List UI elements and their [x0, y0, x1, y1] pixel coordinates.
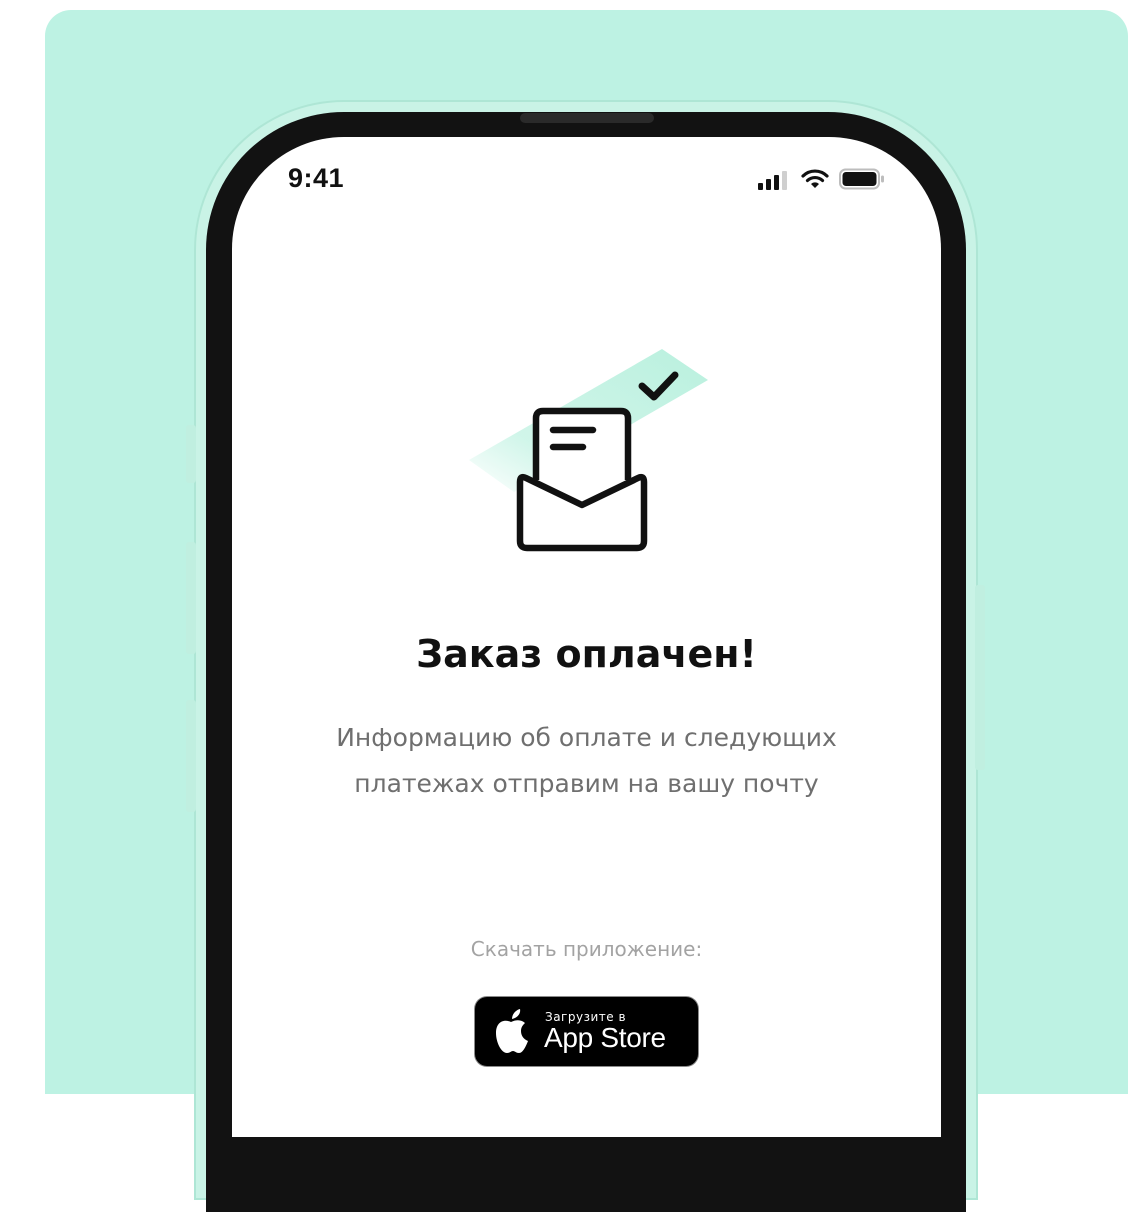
app-store-button[interactable]: Загрузите в App Store [475, 997, 698, 1066]
page-title: Заказ оплачен! [416, 632, 757, 676]
status-time: 9:41 [288, 163, 345, 193]
phone-side-button-silent [186, 425, 196, 483]
phone-side-button-volume-up [186, 542, 196, 654]
wifi-icon [801, 169, 829, 188]
phone-side-button-volume-down [186, 700, 196, 812]
apple-icon [496, 1009, 528, 1053]
payment-description: Информацию об оплате и следующих платежа… [336, 723, 837, 798]
paid-envelope-icon [469, 349, 708, 552]
cellular-signal-icon [758, 171, 787, 190]
app-store-big-label: App Store [544, 1022, 666, 1053]
phone-side-button-power [975, 585, 985, 770]
phone-screen: 9:41 Заказ оплачен! Информацию об оплате… [232, 137, 941, 1137]
battery-icon [839, 168, 884, 190]
download-app-label: Скачать приложение: [470, 937, 703, 961]
phone-speaker [520, 113, 654, 123]
